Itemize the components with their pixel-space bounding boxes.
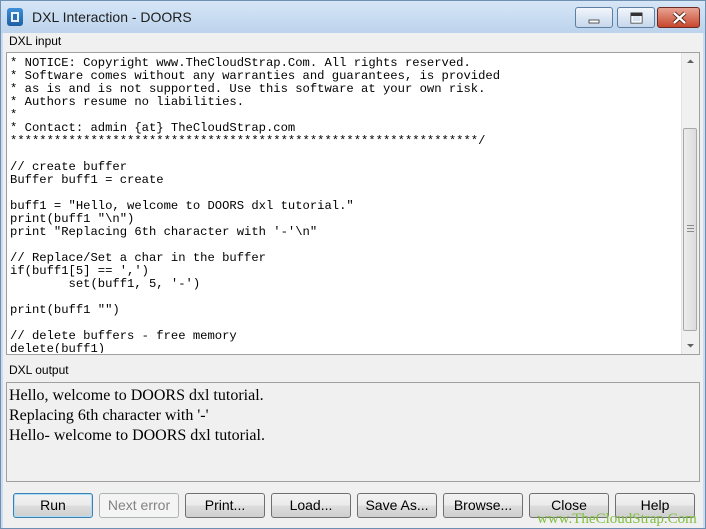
run-button[interactable]: Run xyxy=(13,493,93,518)
scroll-down-arrow-icon[interactable] xyxy=(682,337,699,354)
dxl-input-label: DXL input xyxy=(9,34,62,48)
close-icon xyxy=(672,11,687,25)
title-bar[interactable]: DXL Interaction - DOORS xyxy=(1,1,705,33)
print-button[interactable]: Print... xyxy=(185,493,265,518)
code-line: print "Replacing 6th character with '-'\… xyxy=(10,225,318,239)
browse-button[interactable]: Browse... xyxy=(443,493,523,518)
code-line: delete(buff1) xyxy=(10,342,106,354)
restore-icon xyxy=(630,12,643,24)
input-vertical-scrollbar[interactable] xyxy=(681,53,699,354)
dxl-output-panel[interactable]: Hello, welcome to DOORS dxl tutorial. Rep… xyxy=(6,382,700,482)
dxl-code-text[interactable]: * NOTICE: Copyright www.TheCloudStrap.Co… xyxy=(10,57,680,353)
code-line: * Authors resume no liabilities. xyxy=(10,95,245,109)
maximize-button[interactable] xyxy=(617,7,655,28)
save-as-button[interactable]: Save As... xyxy=(357,493,437,518)
window-title: DXL Interaction - DOORS xyxy=(32,9,192,25)
output-line: Hello- welcome to DOORS dxl tutorial. xyxy=(9,427,265,444)
code-line: ****************************************… xyxy=(10,134,486,148)
dxl-output-label: DXL output xyxy=(9,363,69,377)
minimize-icon xyxy=(588,19,600,24)
dxl-interaction-window: DXL Interaction - DOORS DXL input * NOTI… xyxy=(0,0,706,529)
code-line: print(buff1 "") xyxy=(10,303,120,317)
output-line: Replacing 6th character with '-' xyxy=(9,407,209,424)
output-line: Hello, welcome to DOORS dxl tutorial. xyxy=(9,387,264,404)
code-line: // delete buffers - free memory xyxy=(10,329,237,343)
dxl-input-editor[interactable]: * NOTICE: Copyright www.TheCloudStrap.Co… xyxy=(6,52,700,355)
scroll-up-arrow-icon[interactable] xyxy=(682,53,699,70)
load-button[interactable]: Load... xyxy=(271,493,351,518)
dxl-output-text: Hello, welcome to DOORS dxl tutorial. Rep… xyxy=(9,386,265,446)
watermark-text: www.TheCloudStrap.Com xyxy=(537,511,697,527)
code-line: set(buff1, 5, '-') xyxy=(10,277,201,291)
close-window-button[interactable] xyxy=(657,7,700,28)
doors-app-icon xyxy=(7,8,23,26)
next-error-button[interactable]: Next error xyxy=(99,493,179,518)
minimize-button[interactable] xyxy=(575,7,613,28)
code-line: Buffer buff1 = create xyxy=(10,173,164,187)
scroll-thumb[interactable] xyxy=(683,128,697,331)
dialog-body: DXL input * NOTICE: Copyright www.TheClo… xyxy=(3,33,703,528)
